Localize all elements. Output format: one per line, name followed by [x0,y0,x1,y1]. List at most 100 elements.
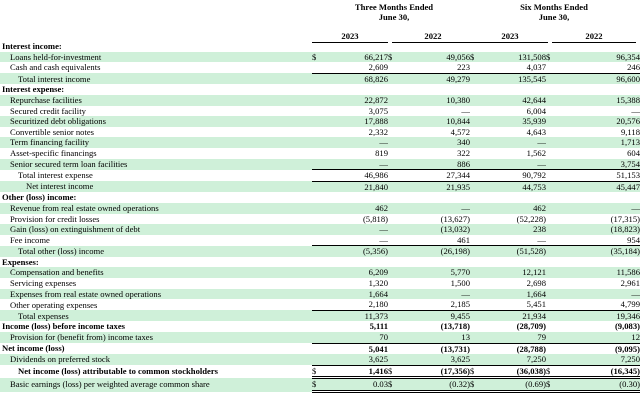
value-cell [556,41,640,52]
value-cell [322,84,388,95]
row-label: Repurchase facilities [0,94,312,106]
value-cell: 4,572 [450,126,470,137]
row-label: Other operating expenses [10,299,98,310]
currency-symbol [388,354,398,366]
value-cell [556,192,640,203]
currency-symbol [388,192,398,203]
currency-symbol: $ [388,377,398,393]
value-cell: 246 [627,62,640,73]
value-cell: 11,373 [322,309,388,322]
value-cell: 96,600 [556,72,640,85]
value-cell: 0.03 [322,377,388,393]
currency-symbol: $ [546,377,556,393]
table-row: Term financing facility — 340 — 1,713 [0,137,640,148]
row-label: Total other (loss) income [0,245,312,257]
value-cell: (17,356) [398,364,470,380]
value-cell [322,257,388,268]
currency-symbol [470,288,480,300]
currency-symbol: $ [312,364,322,380]
currency-symbol [312,192,322,203]
currency-symbol [470,332,480,344]
row-label: Income (loss) before income taxes [2,321,125,332]
currency-symbol [470,309,480,322]
value-cell [322,41,388,52]
currency-symbol [546,342,556,355]
value-cell: 462 [480,202,546,214]
value-cell: — [480,137,546,148]
value-cell: 15,388 [556,94,640,106]
currency-symbol [470,278,480,289]
currency-symbol [312,321,322,332]
value-cell: 4,643 [526,126,546,137]
value-cell: 10,380 [398,94,470,106]
currency-symbol [312,224,322,235]
value-cell: 131,508 [480,51,546,63]
currency-symbol [470,342,480,355]
currency-symbol [470,148,480,159]
currency-symbol [470,192,480,203]
currency-symbol [546,127,556,138]
table-row: Compensation and benefits 6,209 5,770 12,12… [0,267,640,279]
currency-symbol: $ [312,51,322,63]
column-header: Three Months Ended June 30, Six Months E… [0,2,640,43]
currency-symbol [470,224,480,235]
currency-symbol [388,148,398,159]
value-cell [480,41,546,52]
currency-symbol [312,288,322,300]
value-cell: 1,500 [450,278,470,289]
currency-symbol [312,278,322,289]
currency-symbol [312,106,322,117]
row-label: Securitized debt obligations [0,116,312,127]
table-row: Other (loss) income: [0,192,640,203]
currency-symbol [470,180,480,193]
currency-symbol [470,214,480,225]
currency-symbol [388,158,398,170]
currency-symbol [312,148,322,159]
value-cell: 42,644 [480,94,546,106]
currency-symbol [470,321,480,332]
currency-symbol [546,202,556,214]
value-cell: 20,576 [556,116,640,127]
value-cell: 12,121 [480,267,546,279]
value-cell [398,257,470,268]
value-cell: (9,095) [556,342,640,355]
currency-symbol [388,72,398,85]
value-cell [556,84,640,95]
value-cell: (0.32) [398,377,470,393]
table-row: Convertible senior notes 2,332 4,572 4,643 9… [0,127,640,138]
value-cell: 223 [457,62,470,73]
three-months-title: Three Months Ended [354,2,434,12]
currency-symbol [388,332,398,344]
value-cell: (0.69) [480,377,546,393]
value-cell: 21,840 [322,180,388,193]
value-cell: (5,356) [322,245,388,257]
value-cell: (35,184) [556,245,640,257]
value-cell: 3,625 [398,354,470,366]
six-months-header: Six Months Ended June 30, [472,2,636,22]
value-cell: 45,447 [556,180,640,193]
value-cell: — [537,234,546,245]
currency-symbol: $ [388,364,398,380]
value-cell: — [398,288,470,300]
currency-symbol [388,321,398,332]
value-cell: (9,083) [614,321,640,332]
table-row: Gain (loss) on extinguishment of debt — (1… [0,224,640,235]
value-cell: 3,754 [556,158,640,170]
currency-symbol [546,106,556,117]
table-row: Total expenses 11,373 9,455 21,934 19,346 [0,309,640,322]
currency-symbol [312,342,322,355]
row-label: Servicing expenses [10,278,77,289]
currency-symbol [312,41,322,52]
currency-symbol [546,180,556,193]
currency-symbol [388,127,398,138]
value-cell: 5,770 [398,267,470,279]
currency-symbol [470,245,480,257]
row-label: Gain (loss) on extinguishment of debt [0,224,312,235]
currency-symbol [388,169,398,182]
table-row: Expenses from real estate owned operatio… [0,288,640,300]
value-cell: 27,344 [398,169,470,182]
value-cell: 19,346 [556,309,640,322]
value-cell: (36,038) [480,364,546,380]
value-cell: 4,799 [620,299,640,310]
value-cell: 22,872 [322,94,388,106]
